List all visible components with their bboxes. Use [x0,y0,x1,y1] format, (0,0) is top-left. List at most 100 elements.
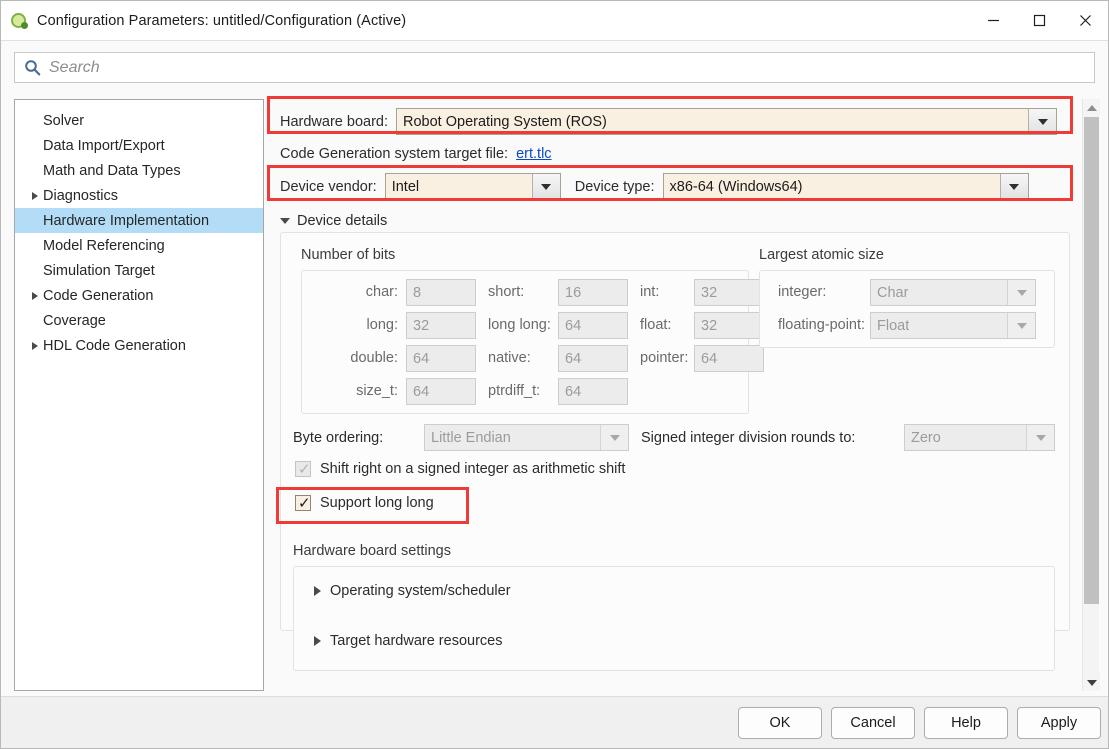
int-bits-value: 32 [701,284,718,301]
device-vendor-select[interactable]: Intel [384,173,561,200]
sidebar-item-label: Diagnostics [43,187,118,204]
chevron-down-icon[interactable] [1007,313,1035,338]
short-bits-input[interactable]: 16 [558,279,628,306]
sidebar-item-label: Hardware Implementation [43,212,210,229]
scroll-up-button[interactable] [1083,99,1100,116]
float-bits-input[interactable]: 32 [694,312,764,339]
sidebar-item-hdl-code-generation[interactable]: HDL Code Generation [15,333,263,358]
help-button[interactable]: Help [924,707,1008,739]
short-bits-value: 16 [565,284,582,301]
sidebar-item-code-generation[interactable]: Code Generation [15,283,263,308]
chevron-right-icon[interactable] [27,341,43,350]
ptrdiff-t-label: ptrdiff_t: [488,383,541,399]
hardware-board-value: Robot Operating System (ROS) [403,113,607,130]
chevron-right-icon[interactable] [314,586,321,596]
operating-system-scheduler-label: Operating system/scheduler [330,583,511,599]
sidebar-item-coverage[interactable]: Coverage [15,308,263,333]
check-icon: ✓ [298,494,311,512]
device-type-label: Device type: [574,178,655,195]
long-bits-input[interactable]: 32 [406,312,476,339]
atomic-integer-label: integer: [778,284,827,300]
long-long-bits-input[interactable]: 64 [558,312,628,339]
target-hardware-resources-disclosure[interactable]: Target hardware resources [314,633,502,649]
hardware-board-select[interactable]: Robot Operating System (ROS) [396,108,1057,135]
size-t-bits-value: 64 [413,383,430,400]
float-bits-value: 32 [701,317,718,334]
native-bits-input[interactable]: 64 [558,345,628,372]
sidebar-item-label: Solver [43,112,85,129]
device-vendor-value: Intel [391,178,420,195]
signed-division-select[interactable]: Zero [904,424,1055,451]
short-label: short: [488,284,525,300]
chevron-down-icon[interactable] [600,425,628,450]
dialog-footer: OK Cancel Help Apply [1,696,1108,748]
atomic-integer-value: Char [877,284,909,301]
window-controls [970,1,1108,40]
sidebar-item-math-and-data-types[interactable]: Math and Data Types [15,158,263,183]
byte-ordering-select[interactable]: Little Endian [424,424,629,451]
sidebar-item-simulation-target[interactable]: Simulation Target [15,258,263,283]
sidebar-item-data-import-export[interactable]: Data Import/Export [15,133,263,158]
signed-division-label: Signed integer division rounds to: [641,430,856,446]
device-type-select[interactable]: x86-64 (Windows64) [662,173,1029,200]
double-bits-value: 64 [413,350,430,367]
chevron-right-icon[interactable] [27,291,43,300]
shift-right-checkbox[interactable]: ✓ [295,461,311,477]
scrollbar-thumb[interactable] [1084,117,1099,604]
hardware-board-settings-group: Operating system/scheduler Target hardwa… [293,566,1055,671]
atomic-floating-point-select[interactable]: Float [870,312,1036,339]
scroll-down-button[interactable] [1083,674,1100,691]
minimize-button[interactable] [970,1,1016,40]
device-details-disclosure[interactable]: Device details [280,211,387,231]
ptrdiff-t-bits-value: 64 [565,383,582,400]
search-input[interactable]: Search [14,52,1095,83]
atomic-integer-select[interactable]: Char [870,279,1036,306]
long-bits-value: 32 [413,317,430,334]
vertical-scrollbar[interactable] [1082,99,1100,691]
sidebar-item-solver[interactable]: Solver [15,108,263,133]
chevron-down-icon[interactable] [1026,425,1054,450]
ok-button[interactable]: OK [738,707,822,739]
close-button[interactable] [1062,1,1108,40]
chevron-right-icon[interactable] [314,636,321,646]
device-details-panel: Number of bits char: 8 short: 16 int: 32… [280,232,1070,671]
search-bar: Search [1,40,1108,94]
cancel-button[interactable]: Cancel [831,707,915,739]
chevron-down-icon[interactable] [999,174,1028,199]
pointer-bits-input[interactable]: 64 [694,345,764,372]
hardware-implementation-pane: Hardware board: Robot Operating System (… [272,99,1074,691]
signed-division-value: Zero [911,429,941,446]
pointer-bits-value: 64 [701,350,718,367]
operating-system-scheduler-disclosure[interactable]: Operating system/scheduler [314,583,511,599]
sidebar-item-label: Math and Data Types [43,162,181,179]
support-long-long-checkbox-row[interactable]: ✓ Support long long [295,495,434,511]
atomic-floating-point-value: Float [877,317,910,334]
chevron-down-icon[interactable] [1007,280,1035,305]
chevron-down-icon[interactable] [280,218,290,224]
int-label: int: [640,284,660,300]
ptrdiff-t-bits-input[interactable]: 64 [558,378,628,405]
sidebar-item-diagnostics[interactable]: Diagnostics [15,183,263,208]
sidebar-item-label: HDL Code Generation [43,337,186,354]
sidebar-item-hardware-implementation[interactable]: Hardware Implementation [15,208,263,233]
shift-right-checkbox-row[interactable]: ✓ Shift right on a signed integer as ari… [295,461,625,477]
hardware-board-label: Hardware board: [280,113,388,130]
system-target-file-label: Code Generation system target file: [280,146,509,162]
support-long-long-checkbox[interactable]: ✓ [295,495,311,511]
chevron-down-icon[interactable] [531,174,560,199]
size-t-bits-input[interactable]: 64 [406,378,476,405]
atomic-floating-point-label: floating-point: [778,317,866,333]
sidebar-item-label: Simulation Target [43,262,155,279]
apply-button[interactable]: Apply [1017,707,1101,739]
system-target-file-link[interactable]: ert.tlc [516,146,551,162]
maximize-button[interactable] [1016,1,1062,40]
char-bits-input[interactable]: 8 [406,279,476,306]
hardware-board-settings-title: Hardware board settings [293,543,451,559]
int-bits-input[interactable]: 32 [694,279,764,306]
chevron-right-icon[interactable] [27,191,43,200]
shift-right-label: Shift right on a signed integer as arith… [320,461,626,477]
size-t-label: size_t: [356,383,398,399]
chevron-down-icon[interactable] [1028,109,1056,134]
sidebar-item-model-referencing[interactable]: Model Referencing [15,233,263,258]
double-bits-input[interactable]: 64 [406,345,476,372]
